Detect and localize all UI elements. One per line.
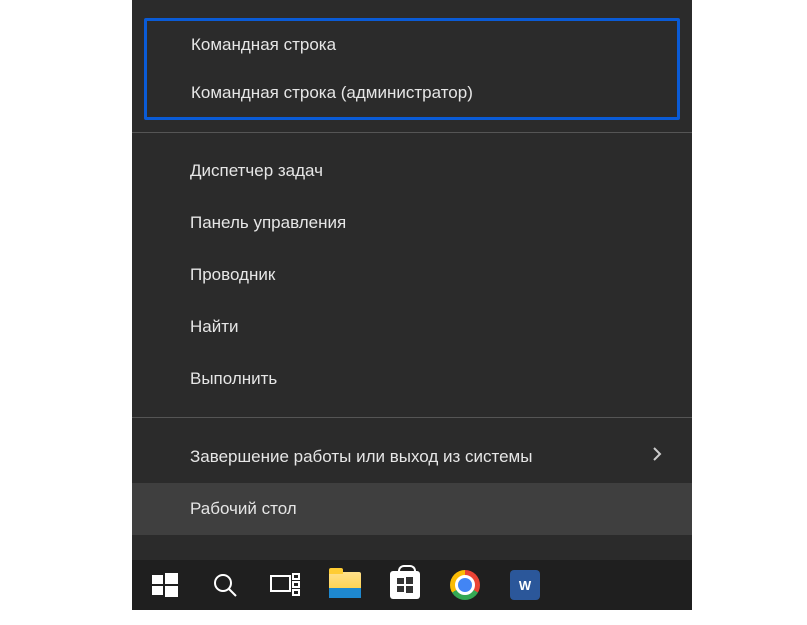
menu-item-cmd[interactable]: Командная строка [147, 21, 677, 69]
word-button[interactable]: W [498, 560, 552, 610]
task-view-button[interactable] [258, 560, 312, 610]
chrome-button[interactable] [438, 560, 492, 610]
taskbar: W [132, 560, 692, 610]
explorer-icon [329, 572, 361, 598]
menu-item-shutdown-signout[interactable]: Завершение работы или выход из системы [132, 430, 692, 483]
menu-item-label: Проводник [190, 265, 275, 285]
word-icon: W [510, 570, 540, 600]
chevron-right-icon [652, 446, 662, 467]
menu-item-label: Выполнить [190, 369, 277, 389]
search-icon [212, 572, 238, 598]
task-view-icon [270, 573, 300, 597]
chrome-icon [450, 570, 480, 600]
start-button[interactable] [138, 560, 192, 610]
menu-item-label: Панель управления [190, 213, 346, 233]
menu-divider [132, 417, 692, 418]
menu-item-explorer[interactable]: Проводник [132, 249, 692, 301]
highlight-box: Командная строка Командная строка (админ… [144, 18, 680, 120]
menu-item-label: Найти [190, 317, 239, 337]
menu-item-run[interactable]: Выполнить [132, 353, 692, 405]
menu-item-cmd-admin[interactable]: Командная строка (администратор) [147, 69, 677, 117]
store-button[interactable] [378, 560, 432, 610]
winx-context-menu: Командная строка Командная строка (админ… [132, 0, 692, 560]
search-button[interactable] [198, 560, 252, 610]
menu-item-task-manager[interactable]: Диспетчер задач [132, 145, 692, 197]
menu-divider [132, 132, 692, 133]
menu-item-label: Диспетчер задач [190, 161, 323, 181]
menu-item-desktop[interactable]: Рабочий стол [132, 483, 692, 535]
menu-item-label: Командная строка [191, 35, 336, 55]
menu-item-control-panel[interactable]: Панель управления [132, 197, 692, 249]
menu-item-label: Командная строка (администратор) [191, 83, 473, 103]
menu-item-label: Завершение работы или выход из системы [190, 447, 532, 467]
menu-item-search[interactable]: Найти [132, 301, 692, 353]
menu-item-label: Рабочий стол [190, 499, 297, 519]
windows-logo-icon [152, 572, 178, 598]
store-icon [390, 571, 420, 599]
file-explorer-button[interactable] [318, 560, 372, 610]
